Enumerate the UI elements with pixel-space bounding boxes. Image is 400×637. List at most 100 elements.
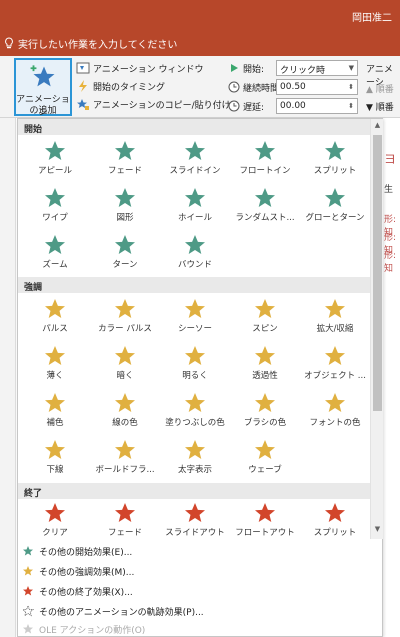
trigger-button[interactable]: 開始のタイミング	[76, 78, 165, 94]
emphasis-effect-8[interactable]: 明るく	[160, 342, 230, 382]
section-exit: 終了	[18, 483, 370, 499]
entrance-effect-11[interactable]: ズーム	[20, 231, 90, 271]
entrance-star-icon	[255, 188, 275, 207]
triangle-up-icon: ▲	[366, 85, 376, 95]
entrance-star-icon	[185, 188, 205, 207]
entrance-effect-3[interactable]: スライドイン	[160, 137, 230, 177]
more-exit-effects[interactable]: その他の終了効果(X)...	[18, 581, 382, 601]
user-name[interactable]: 岡田准二	[352, 9, 392, 24]
emphasis-effect-label: カラー パルス	[98, 324, 152, 334]
move-earlier-button[interactable]: ▲ 順番	[366, 82, 394, 95]
entrance-effect-13[interactable]: バウンド	[160, 231, 230, 271]
emphasis-star-icon	[185, 346, 205, 365]
exit-effect-label: フェード	[107, 528, 142, 538]
entrance-effect-label: ランダムスト...	[235, 213, 295, 223]
emphasis-star-icon	[185, 299, 205, 318]
duration-row: 継続時間:	[228, 78, 282, 96]
ole-icon	[23, 624, 33, 634]
entrance-star-icon	[115, 235, 135, 254]
emphasis-effect-4[interactable]: スピン	[230, 295, 300, 335]
emphasis-effect-19[interactable]: ウェーブ	[230, 436, 300, 476]
emphasis-effect-18[interactable]: 太字表示	[160, 436, 230, 476]
scroll-thumb[interactable]	[373, 135, 382, 411]
emphasis-effect-15[interactable]: フォントの色	[300, 389, 370, 429]
emphasis-star-icon	[325, 346, 345, 365]
start-value: クリック時	[280, 66, 326, 76]
entrance-effect-7[interactable]: 図形	[90, 184, 160, 224]
exit-effect-4[interactable]: フロートアウト	[230, 499, 300, 539]
more-motion-paths[interactable]: その他のアニメーションの軌跡効果(P)...	[18, 601, 382, 621]
emphasis-star-icon	[115, 299, 135, 318]
entrance-effect-12[interactable]: ターン	[90, 231, 160, 271]
entrance-star-icon	[185, 235, 205, 254]
emphasis-star-icon	[255, 299, 275, 318]
exit-effect-3[interactable]: スライドアウト	[160, 499, 230, 539]
exit-effect-5[interactable]: スプリット	[300, 499, 370, 539]
more-emphasis-effects[interactable]: その他の強調効果(M)...	[18, 561, 382, 581]
tell-me-bar[interactable]: 実行したい作業を入力してください	[0, 30, 400, 56]
entrance-effect-4[interactable]: フロートイン	[230, 137, 300, 177]
delay-spinner-icon[interactable]: ⬍	[348, 102, 354, 110]
spinner-icon[interactable]: ⬍	[348, 83, 354, 91]
emphasis-effect-1[interactable]: パルス	[20, 295, 90, 335]
entrance-effect-label: フロートイン	[239, 166, 291, 176]
exit-effect-2[interactable]: フェード	[90, 499, 160, 539]
emphasis-effect-label: パルス	[42, 324, 68, 334]
motion-path-icon	[22, 605, 34, 617]
emphasis-effect-3[interactable]: シーソー	[160, 295, 230, 335]
entrance-star-icon	[45, 188, 65, 207]
more-entrance-effects[interactable]: その他の開始効果(E)...	[18, 541, 382, 561]
entrance-effect-6[interactable]: ワイプ	[20, 184, 90, 224]
emphasis-effect-11[interactable]: 補色	[20, 389, 90, 429]
emphasis-star-icon	[45, 299, 65, 318]
entrance-effect-label: ズーム	[42, 260, 68, 270]
emphasis-effect-17[interactable]: ボールドフラ...	[90, 436, 160, 476]
emphasis-effect-9[interactable]: 透過性	[230, 342, 300, 382]
entrance-effect-label: 図形	[116, 213, 134, 223]
exit-star-icon	[45, 503, 65, 522]
emphasis-effect-6[interactable]: 薄く	[20, 342, 90, 382]
entrance-star-icon	[45, 235, 65, 254]
delay-input[interactable]: 00.00 ⬍	[276, 98, 358, 114]
animation-pane-button[interactable]: アニメーション ウィンドウ	[76, 60, 204, 76]
entrance-effect-label: ホイール	[177, 213, 212, 223]
entrance-effect-label: アピール	[37, 166, 72, 176]
more-emphasis-label: その他の強調効果(M)...	[39, 567, 135, 578]
emphasis-star-icon	[23, 566, 33, 576]
entrance-effect-8[interactable]: ホイール	[160, 184, 230, 224]
entrance-star-icon	[325, 141, 345, 160]
emphasis-star-icon	[185, 440, 205, 459]
move-later-button[interactable]: ▼ 順番	[366, 100, 394, 113]
emphasis-star-icon	[325, 299, 345, 318]
emphasis-effect-label: スピン	[252, 324, 278, 334]
entrance-effect-2[interactable]: フェード	[90, 137, 160, 177]
add-animation-button[interactable]: アニメーション の追加	[14, 58, 72, 118]
emphasis-effect-14[interactable]: ブラシの色	[230, 389, 300, 429]
animation-pane-strip	[383, 118, 400, 637]
entrance-effect-9[interactable]: ランダムスト...	[230, 184, 300, 224]
start-select[interactable]: クリック時 ▼	[276, 60, 358, 76]
scroll-down-icon[interactable]: ▼	[372, 525, 383, 537]
scroll-up-icon[interactable]: ▲	[372, 121, 383, 133]
exit-effect-1[interactable]: クリア	[20, 499, 90, 539]
entrance-effect-1[interactable]: アピール	[20, 137, 90, 177]
emphasis-effect-7[interactable]: 暗く	[90, 342, 160, 382]
emphasis-effect-12[interactable]: 線の色	[90, 389, 160, 429]
entrance-effect-label: バウンド	[177, 260, 212, 270]
entrance-effect-label: スプリット	[313, 166, 357, 176]
animation-painter-button[interactable]: アニメーションのコピー/貼り付け	[76, 96, 231, 112]
emphasis-effect-2[interactable]: カラー パルス	[90, 295, 160, 335]
emphasis-effect-10[interactable]: オブジェクト ...	[300, 342, 370, 382]
emphasis-star-icon	[255, 346, 275, 365]
emphasis-effect-13[interactable]: 塗りつぶしの色	[160, 389, 230, 429]
gallery-scrollbar[interactable]: ▲ ▼	[370, 119, 383, 539]
emphasis-star-icon	[325, 393, 345, 412]
entrance-effect-10[interactable]: グローとターン	[300, 184, 370, 224]
emphasis-effect-16[interactable]: 下線	[20, 436, 90, 476]
entrance-effect-5[interactable]: スプリット	[300, 137, 370, 177]
pane-row-3[interactable]: 形: 知	[384, 248, 400, 274]
emphasis-effect-label: 塗りつぶしの色	[165, 418, 225, 428]
emphasis-effect-5[interactable]: 拡大/収縮	[300, 295, 370, 335]
entrance-star-icon	[23, 546, 33, 556]
duration-input[interactable]: 00.50 ⬍	[276, 79, 358, 95]
